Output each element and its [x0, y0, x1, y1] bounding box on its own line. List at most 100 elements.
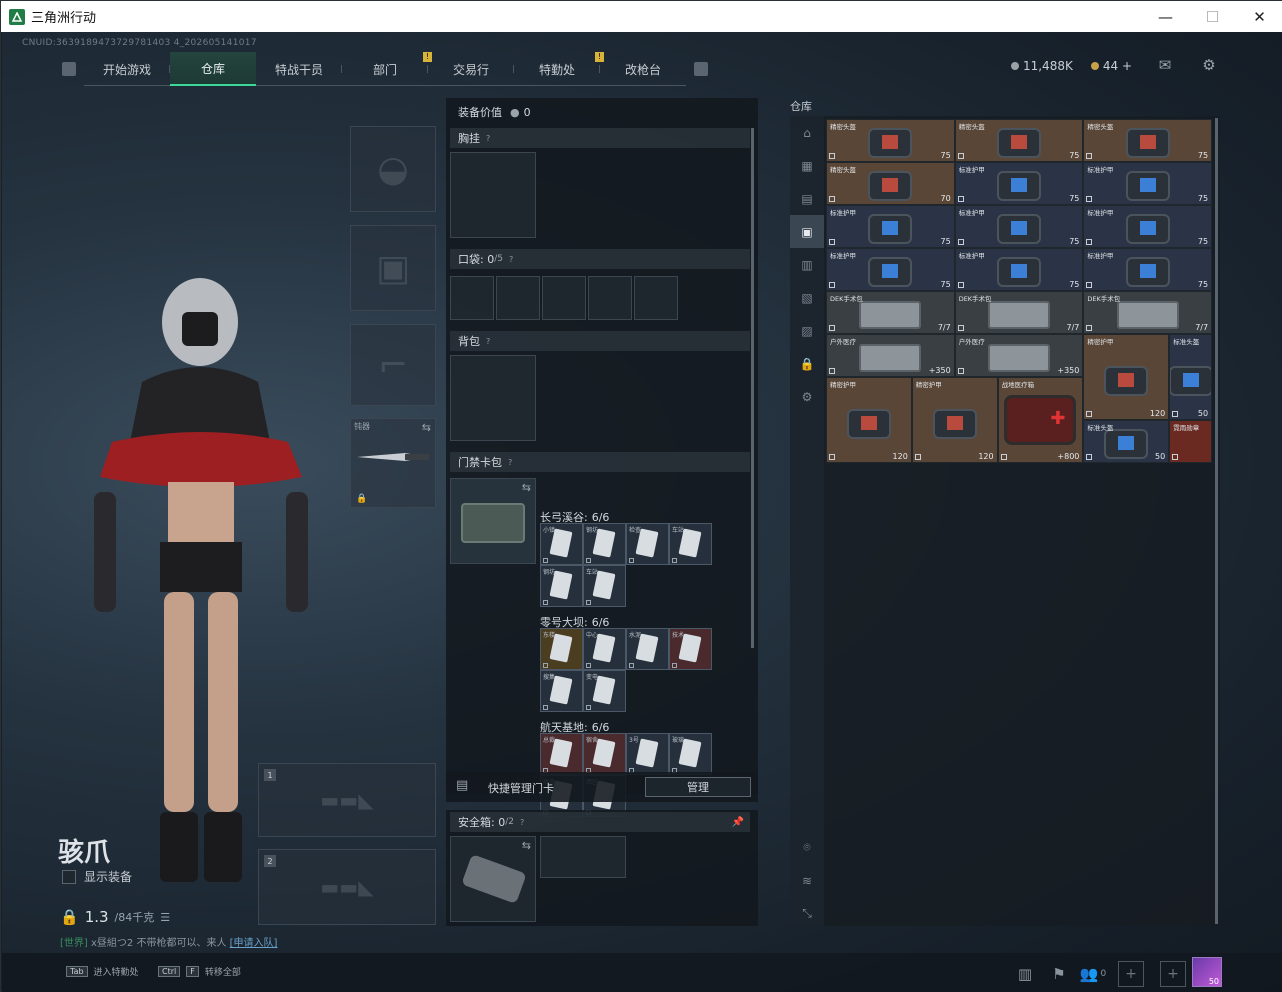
stash-layers-icon[interactable]: ≋	[790, 864, 824, 897]
stash-item[interactable]: 精密护甲 120	[1083, 334, 1170, 420]
keycard[interactable]: 东楼	[540, 628, 583, 670]
settings-gear-icon[interactable]: ⚙	[1200, 56, 1218, 74]
stats-icon[interactable]: ▥	[1016, 965, 1034, 983]
stash-scrollbar[interactable]	[1215, 118, 1218, 924]
pocket-slot[interactable]	[450, 276, 494, 320]
flag-icon[interactable]: ⚑	[1050, 965, 1068, 983]
manage-button[interactable]: 管理	[645, 777, 751, 797]
stash-sort-icon[interactable]: ⌾	[790, 831, 824, 864]
helmet-slot[interactable]: ◒	[350, 126, 436, 212]
stash-tab-keys-icon[interactable]: ▧	[790, 281, 824, 314]
stash-item[interactable]: 精密头盔 75	[1083, 119, 1213, 162]
stash-item[interactable]: 标准护甲 75	[954, 205, 1084, 248]
stash-item[interactable]: 精密护甲 120	[826, 377, 912, 463]
help-icon[interactable]: ?	[509, 255, 513, 264]
stash-item[interactable]: 标准护甲 75	[1083, 162, 1213, 205]
pocket-slot[interactable]	[542, 276, 586, 320]
close-button[interactable]: ✕	[1236, 1, 1282, 32]
stash-item[interactable]: DEK手术包 7/7	[1083, 291, 1213, 334]
keycard[interactable]: 3号	[626, 733, 669, 775]
keycard[interactable]: 中心	[583, 628, 626, 670]
keycard[interactable]: 小镇	[540, 523, 583, 565]
checkbox[interactable]	[62, 869, 76, 884]
stash-item[interactable]: 标准护甲 75	[954, 162, 1084, 205]
tab-hint[interactable]: Tab 进入特勤处	[66, 965, 139, 978]
nav-tab[interactable]: 仓库	[170, 52, 256, 86]
pin-icon[interactable]: 📌	[732, 817, 744, 828]
stash-settings-icon[interactable]: ⚙	[790, 380, 824, 413]
list-icon[interactable]: ☰	[160, 911, 170, 924]
stash-item[interactable]: 户外医疗 +350	[826, 334, 955, 377]
stash-item[interactable]: 标准护甲 75	[954, 248, 1084, 291]
stash-item[interactable]: DEK手术包 7/7	[826, 291, 955, 334]
keycard[interactable]: 技术	[669, 628, 712, 670]
stash-item[interactable]: 标准头盔 50	[1083, 420, 1170, 463]
swap-icon[interactable]: ⇆	[522, 839, 531, 852]
nav-tab[interactable]: 部门!	[342, 52, 432, 86]
stash-item[interactable]: DEK手术包 7/7	[954, 291, 1084, 334]
gold-currency[interactable]: 44 +	[1090, 59, 1132, 73]
player-avatar[interactable]: 50	[1192, 957, 1222, 987]
nav-tab[interactable]: 特战干员	[256, 52, 342, 86]
stash-expand-icon[interactable]: ⤡	[790, 897, 824, 930]
stash-tab-consumables-icon[interactable]: ▥	[790, 248, 824, 281]
keycard-bag-slot[interactable]: ⇆	[450, 478, 536, 564]
armor-slot[interactable]: ▣	[350, 225, 436, 311]
keycard[interactable]: 总裁	[540, 733, 583, 775]
help-icon[interactable]: ?	[508, 458, 512, 467]
keycard[interactable]: 水泥	[626, 628, 669, 670]
chat-user[interactable]: x昼組つ2	[91, 938, 133, 949]
pocket-slot[interactable]	[588, 276, 632, 320]
stash-item[interactable]: 标准护甲 75	[1083, 248, 1213, 291]
keycard[interactable]: 检查	[626, 523, 669, 565]
backpack-slot[interactable]	[450, 355, 536, 441]
keycard[interactable]: 钢坊	[583, 523, 626, 565]
next-icon[interactable]	[694, 62, 708, 76]
melee-slot[interactable]: 钝器 ⇆ 🔒	[350, 418, 436, 508]
help-icon[interactable]: ?	[486, 337, 490, 346]
nav-tab[interactable]: 开始游戏	[84, 52, 170, 86]
stash-tab-misc-icon[interactable]: ▨	[790, 314, 824, 347]
nav-tab[interactable]: 交易行	[428, 52, 514, 86]
stash-item[interactable]: 精密头盔 75	[826, 119, 955, 162]
keycard[interactable]: 车站	[583, 565, 626, 607]
stash-tab-equipment-icon[interactable]: ▣	[790, 215, 824, 248]
silver-currency[interactable]: 11,488K	[1010, 59, 1073, 73]
pocket-slot[interactable]	[496, 276, 540, 320]
chat-join-link[interactable]: [申请入队]	[230, 938, 278, 949]
help-icon[interactable]: ?	[486, 134, 490, 143]
invite-slot-button[interactable]: +	[1160, 961, 1186, 987]
stash-item[interactable]: 标准头盔 50	[1169, 334, 1213, 420]
stash-item[interactable]: 标准护甲 75	[1083, 205, 1213, 248]
primary-weapon-slot-2[interactable]: 2 ▬▬◣	[258, 849, 436, 925]
nav-tab[interactable]: 改枪台	[600, 52, 686, 86]
stash-item[interactable]: 标准护甲 75	[826, 248, 955, 291]
stash-tab-all-icon[interactable]: ⌂	[790, 116, 824, 149]
swap-icon[interactable]: ⇆	[422, 421, 431, 434]
ctrl-f-hint[interactable]: Ctrl F 转移全部	[158, 965, 241, 978]
stash-item[interactable]: 霓雨勋章	[1169, 420, 1213, 463]
stash-item[interactable]: 战地医疗箱 +800	[997, 377, 1084, 463]
keycard[interactable]: 宿舍	[583, 733, 626, 775]
nav-tab[interactable]: 特勤处!	[514, 52, 604, 86]
maximize-button[interactable]: ☐	[1189, 1, 1236, 32]
help-icon[interactable]: ?	[520, 818, 524, 827]
stash-item[interactable]: 户外医疗 +350	[954, 334, 1084, 377]
swap-icon[interactable]: ⇆	[522, 481, 531, 494]
stash-lock-icon[interactable]: 🔒	[790, 347, 824, 380]
safe-box-slot[interactable]: ⇆	[450, 836, 536, 922]
keycard[interactable]: 变电	[583, 670, 626, 712]
pistol-slot[interactable]: ⌐	[350, 324, 436, 406]
stash-tab-ammo-icon[interactable]: ▤	[790, 182, 824, 215]
stash-item[interactable]: 精密头盔 70	[826, 162, 955, 205]
primary-weapon-slot-1[interactable]: 1 ▬▬◣	[258, 763, 436, 837]
back-icon[interactable]	[62, 62, 76, 76]
mail-icon[interactable]: ✉	[1156, 56, 1174, 74]
stash-item[interactable]: 标准护甲 75	[826, 205, 955, 248]
pocket-slot[interactable]	[634, 276, 678, 320]
keycard[interactable]: 车站	[669, 523, 712, 565]
safe-box-inner-slot[interactable]	[540, 836, 626, 878]
keycard[interactable]: 钢坊	[540, 565, 583, 607]
friends-icon[interactable]: 👥 0	[1080, 965, 1106, 983]
keycard[interactable]: 搜集	[540, 670, 583, 712]
